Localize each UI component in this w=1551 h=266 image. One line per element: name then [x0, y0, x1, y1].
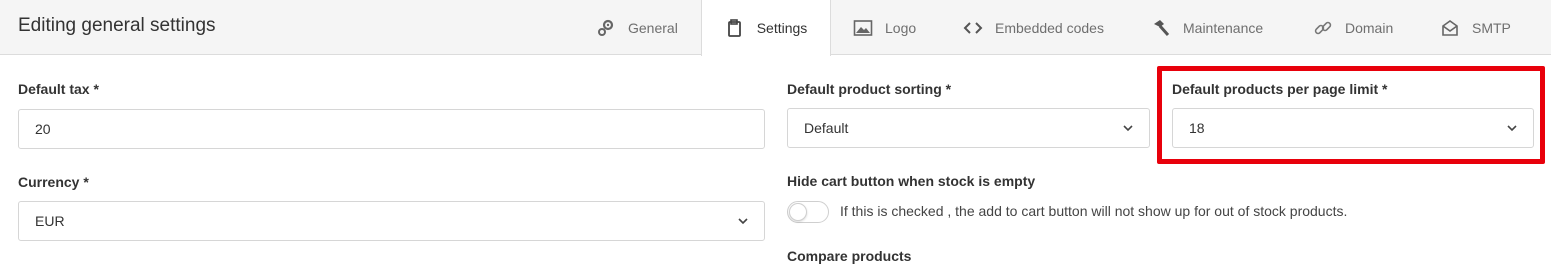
hammer-icon	[1151, 18, 1171, 38]
tab-label: Embedded codes	[995, 19, 1104, 36]
currency-label: Currency *	[18, 174, 89, 190]
toggle-knob	[789, 203, 807, 221]
tab-label: General	[628, 19, 678, 36]
tab-general[interactable]: General	[596, 0, 678, 55]
tab-label: Maintenance	[1183, 19, 1264, 36]
tab-label: Logo	[885, 19, 917, 36]
default-sorting-select[interactable]: Default	[787, 108, 1150, 148]
default-sorting-label: Default product sorting *	[787, 81, 952, 97]
top-bar: Editing general settings General Setting…	[0, 0, 1551, 56]
compare-products-label: Compare products	[787, 248, 912, 264]
clipboard-icon	[725, 18, 745, 38]
tab-settings[interactable]: Settings	[701, 0, 831, 56]
highlight-box	[1157, 66, 1545, 164]
default-tax-value: 20	[35, 121, 51, 137]
tab-maintenance[interactable]: Maintenance	[1151, 0, 1263, 55]
tab-embedded-codes[interactable]: Embedded codes	[963, 0, 1104, 55]
tab-label: SMTP	[1472, 19, 1511, 36]
default-sorting-value: Default	[804, 120, 849, 136]
chevron-down-icon	[1123, 125, 1133, 132]
tab-bar: General Settings Logo Embedded codes Mai	[0, 0, 1551, 56]
tab-logo[interactable]: Logo	[853, 0, 916, 55]
default-tax-input[interactable]: 20	[18, 109, 765, 149]
chevron-down-icon	[738, 218, 748, 225]
image-icon	[853, 18, 873, 38]
tab-label: Domain	[1345, 19, 1394, 36]
currency-select[interactable]: EUR	[18, 201, 765, 241]
tab-label: Settings	[756, 20, 808, 36]
code-icon	[963, 18, 983, 38]
envelope-icon	[1440, 18, 1460, 38]
default-tax-label: Default tax *	[18, 81, 99, 97]
hide-cart-label: Hide cart button when stock is empty	[787, 173, 1036, 189]
hide-cart-description: If this is checked , the add to cart but…	[840, 203, 1348, 219]
tab-smtp[interactable]: SMTP	[1440, 0, 1511, 55]
tab-domain[interactable]: Domain	[1313, 0, 1393, 55]
hide-cart-toggle[interactable]	[787, 201, 829, 223]
gears-icon	[596, 18, 616, 38]
currency-value: EUR	[35, 213, 65, 229]
link-icon	[1313, 18, 1333, 38]
